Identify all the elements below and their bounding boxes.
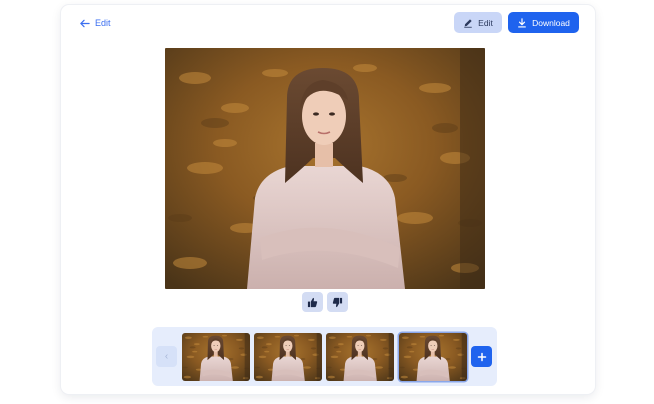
dislike-button[interactable] xyxy=(327,292,348,312)
portrait-photo xyxy=(165,48,485,289)
download-icon xyxy=(518,17,526,27)
chevron-left-icon: ‹ xyxy=(164,351,169,362)
back-button[interactable]: Edit xyxy=(79,14,111,32)
prev-button[interactable]: ‹ xyxy=(156,346,177,367)
main-preview-image xyxy=(165,48,485,289)
back-label: Edit xyxy=(95,18,111,28)
thumbnail-strip: ‹ xyxy=(152,327,497,386)
thumbnail-3[interactable] xyxy=(326,333,394,381)
edit-button[interactable]: Edit xyxy=(454,12,502,33)
thumbnail-image xyxy=(326,333,394,381)
download-label: Download xyxy=(532,17,570,28)
like-button[interactable] xyxy=(302,292,323,312)
add-button[interactable] xyxy=(471,346,492,367)
thumbnail-4[interactable] xyxy=(399,333,467,381)
edit-label: Edit xyxy=(478,17,493,28)
thumbnail-1[interactable] xyxy=(182,333,250,381)
thumbnail-image xyxy=(399,333,467,381)
pencil-icon xyxy=(464,18,472,28)
thumbs-down-icon xyxy=(332,297,343,307)
download-button[interactable]: Download xyxy=(508,12,579,33)
arrow-left-icon xyxy=(80,19,90,27)
editor-card: Edit Edit Download ‹ xyxy=(61,5,595,394)
thumbnail-2[interactable] xyxy=(254,333,322,381)
thumbnail-image xyxy=(254,333,322,381)
thumbnail-image xyxy=(182,333,250,381)
plus-icon xyxy=(477,352,486,361)
thumbs-up-icon xyxy=(307,297,318,307)
